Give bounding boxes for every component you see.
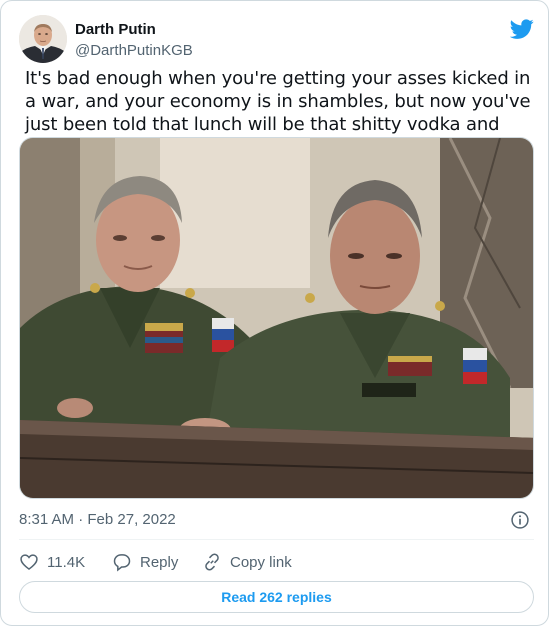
tweet-actions: 11.4K Reply Copy link	[19, 550, 534, 574]
reply-label: Reply	[140, 553, 179, 571]
speech-bubble-icon	[113, 554, 131, 572]
tweet-timestamp[interactable]: 8:31 AM · Feb 27, 2022	[19, 511, 176, 528]
like-button[interactable]: 11.4K	[19, 550, 85, 574]
copy-link-button[interactable]: Copy link	[202, 550, 292, 574]
copy-link-label: Copy link	[230, 553, 292, 571]
info-icon[interactable]	[510, 510, 530, 530]
tweet-card: Darth Putin @DarthPutinKGB It's bad enou…	[0, 0, 549, 626]
twitter-bird-icon[interactable]	[510, 17, 534, 41]
divider	[19, 539, 534, 540]
heart-icon	[20, 554, 38, 571]
tweet-photo[interactable]	[19, 137, 534, 499]
read-replies-button[interactable]: Read 262 replies	[19, 581, 534, 613]
link-icon	[205, 553, 219, 571]
author-name[interactable]: Darth Putin	[75, 21, 156, 38]
author-handle[interactable]: @DarthPutinKGB	[75, 42, 193, 59]
like-count: 11.4K	[47, 553, 86, 571]
tweet-header: Darth Putin @DarthPutinKGB	[19, 15, 534, 63]
reply-button[interactable]: Reply	[112, 550, 178, 574]
avatar[interactable]	[19, 15, 67, 63]
